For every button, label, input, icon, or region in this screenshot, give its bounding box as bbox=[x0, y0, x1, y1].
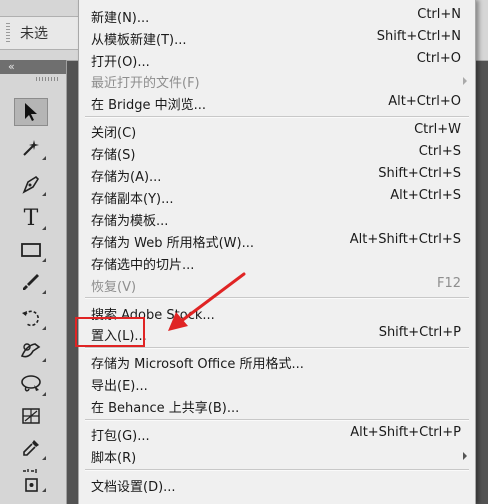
annotation-arrow-icon bbox=[168, 272, 246, 331]
